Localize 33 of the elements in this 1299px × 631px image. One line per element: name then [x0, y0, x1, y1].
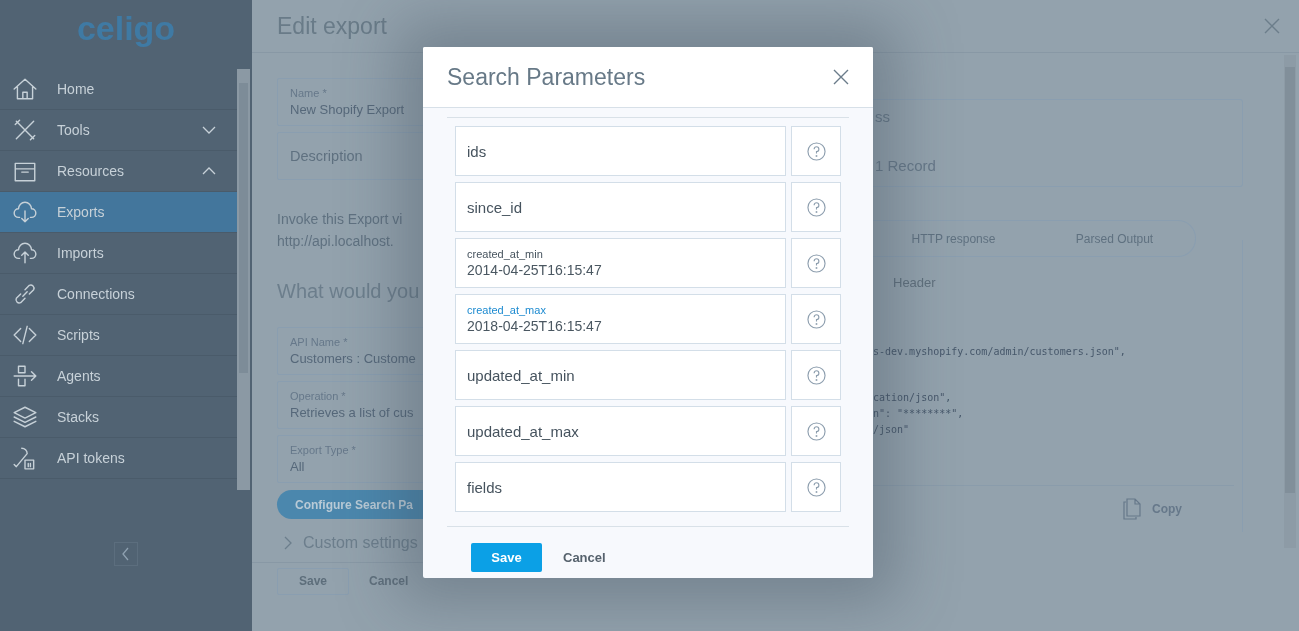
help-icon[interactable]	[806, 253, 826, 273]
save-button[interactable]: Save	[471, 543, 542, 572]
param-field[interactable]: since_id	[455, 182, 786, 232]
home-icon	[12, 76, 38, 102]
nav-item[interactable]: Stacks	[0, 397, 237, 438]
param-field[interactable]: ids	[455, 126, 786, 176]
help-icon[interactable]	[806, 141, 826, 161]
help-icon[interactable]	[806, 197, 826, 217]
cloud-download-icon	[12, 199, 38, 225]
agent-icon	[12, 363, 38, 389]
code-line: s-dev.myshopify.com/admin/customers.json",	[873, 346, 1127, 357]
collapse-button[interactable]	[114, 542, 138, 566]
param-field[interactable]: updated_at_min	[455, 350, 786, 400]
copy-icon[interactable]	[1122, 498, 1142, 520]
close-icon[interactable]	[833, 69, 849, 85]
param-field[interactable]: created_at_min 2014-04-25T16:15:47	[455, 238, 786, 288]
layers-icon	[12, 404, 38, 430]
link-icon	[12, 281, 38, 307]
code-line: /json"	[873, 423, 911, 437]
help-icon[interactable]	[806, 309, 826, 329]
cancel-button[interactable]: Cancel	[563, 550, 606, 565]
nav-item[interactable]: Exports	[0, 192, 237, 233]
code-line: cation/json",	[873, 391, 953, 405]
help-icon[interactable]	[806, 421, 826, 441]
help-icon[interactable]	[806, 365, 826, 385]
param-field[interactable]: updated_at_max	[455, 406, 786, 456]
param-field[interactable]: fields	[455, 462, 786, 512]
param-field[interactable]: created_at_max 2018-04-25T16:15:47	[455, 294, 786, 344]
tools-icon	[12, 117, 38, 143]
cloud-upload-icon	[12, 240, 38, 266]
scrollbar[interactable]	[237, 69, 250, 490]
help-icon[interactable]	[806, 477, 826, 497]
dialog-title: Search Parameters	[447, 63, 647, 91]
